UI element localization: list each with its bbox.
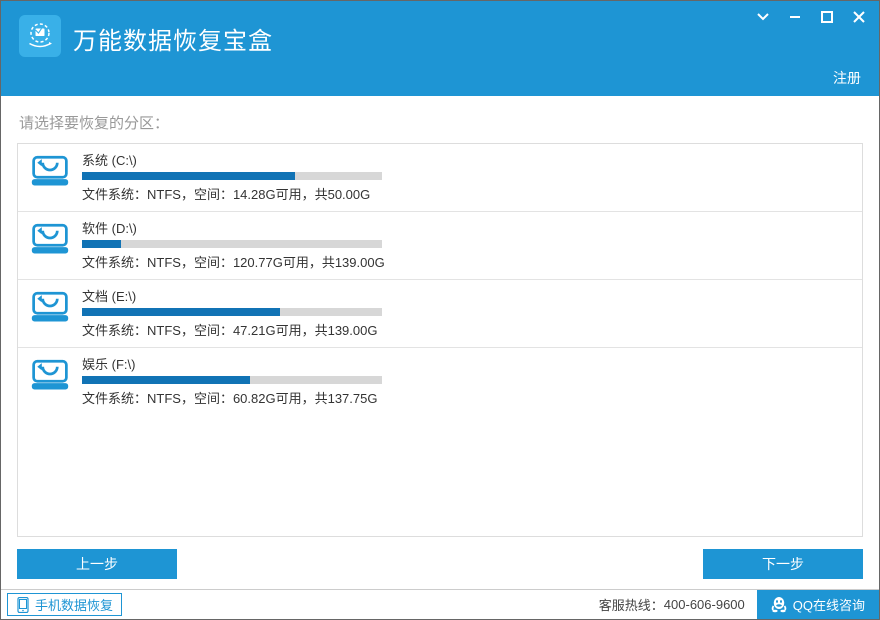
minimize-icon[interactable] xyxy=(785,7,805,27)
usage-bar xyxy=(82,308,382,316)
usage-bar-fill xyxy=(82,376,250,384)
partition-name: 娱乐 (F:\) xyxy=(82,354,848,373)
phone-recovery-button[interactable]: 手机数据恢复 xyxy=(7,593,122,616)
partition-name: 系统 (C:\) xyxy=(82,150,848,169)
maximize-icon[interactable] xyxy=(817,7,837,27)
window-controls xyxy=(753,7,869,27)
drive-icon xyxy=(28,218,72,258)
partition-info: 文件系统：NTFS，空间：47.21G可用，共139.00G xyxy=(82,320,848,339)
footer: 手机数据恢复 客服热线：400-606-9600 QQ在线咨询 xyxy=(1,589,879,619)
drive-icon xyxy=(28,286,72,326)
partition-name: 软件 (D:\) xyxy=(82,218,848,237)
drive-icon xyxy=(28,354,72,394)
partition-item[interactable]: 娱乐 (F:\) 文件系统：NTFS，空间：60.82G可用，共137.75G xyxy=(18,348,862,415)
usage-bar xyxy=(82,240,382,248)
title-bar: 万能数据恢复宝盒 注册 xyxy=(1,1,879,96)
qq-consult-label: QQ在线咨询 xyxy=(793,595,865,614)
partition-item[interactable]: 系统 (C:\) 文件系统：NTFS，空间：14.28G可用，共50.00G xyxy=(18,144,862,212)
dropdown-icon[interactable] xyxy=(753,7,773,27)
usage-bar xyxy=(82,172,382,180)
app-title: 万能数据恢复宝盒 xyxy=(73,21,273,56)
hotline: 客服热线：400-606-9600 xyxy=(587,590,757,619)
usage-bar-fill xyxy=(82,172,295,180)
partition-info: 文件系统：NTFS，空间：120.77G可用，共139.00G xyxy=(82,252,848,271)
prev-button[interactable]: 上一步 xyxy=(17,549,177,579)
qq-consult-button[interactable]: QQ在线咨询 xyxy=(757,590,879,619)
phone-recovery-label: 手机数据恢复 xyxy=(35,595,113,614)
partition-item[interactable]: 文档 (E:\) 文件系统：NTFS，空间：47.21G可用，共139.00G xyxy=(18,280,862,348)
usage-bar-fill xyxy=(82,240,121,248)
phone-icon xyxy=(16,597,30,613)
partition-name: 文档 (E:\) xyxy=(82,286,848,305)
register-link[interactable]: 注册 xyxy=(833,68,861,88)
partition-info: 文件系统：NTFS，空间：60.82G可用，共137.75G xyxy=(82,388,848,407)
usage-bar xyxy=(82,376,382,384)
prompt-text: 请选择要恢复的分区： xyxy=(17,112,863,133)
qq-icon xyxy=(771,596,787,614)
app-logo-icon xyxy=(19,15,61,57)
close-icon[interactable] xyxy=(849,7,869,27)
partition-info: 文件系统：NTFS，空间：14.28G可用，共50.00G xyxy=(82,184,848,203)
drive-icon xyxy=(28,150,72,190)
usage-bar-fill xyxy=(82,308,280,316)
partition-item[interactable]: 软件 (D:\) 文件系统：NTFS，空间：120.77G可用，共139.00G xyxy=(18,212,862,280)
partition-list: 系统 (C:\) 文件系统：NTFS，空间：14.28G可用，共50.00G 软件… xyxy=(17,143,863,537)
next-button[interactable]: 下一步 xyxy=(703,549,863,579)
